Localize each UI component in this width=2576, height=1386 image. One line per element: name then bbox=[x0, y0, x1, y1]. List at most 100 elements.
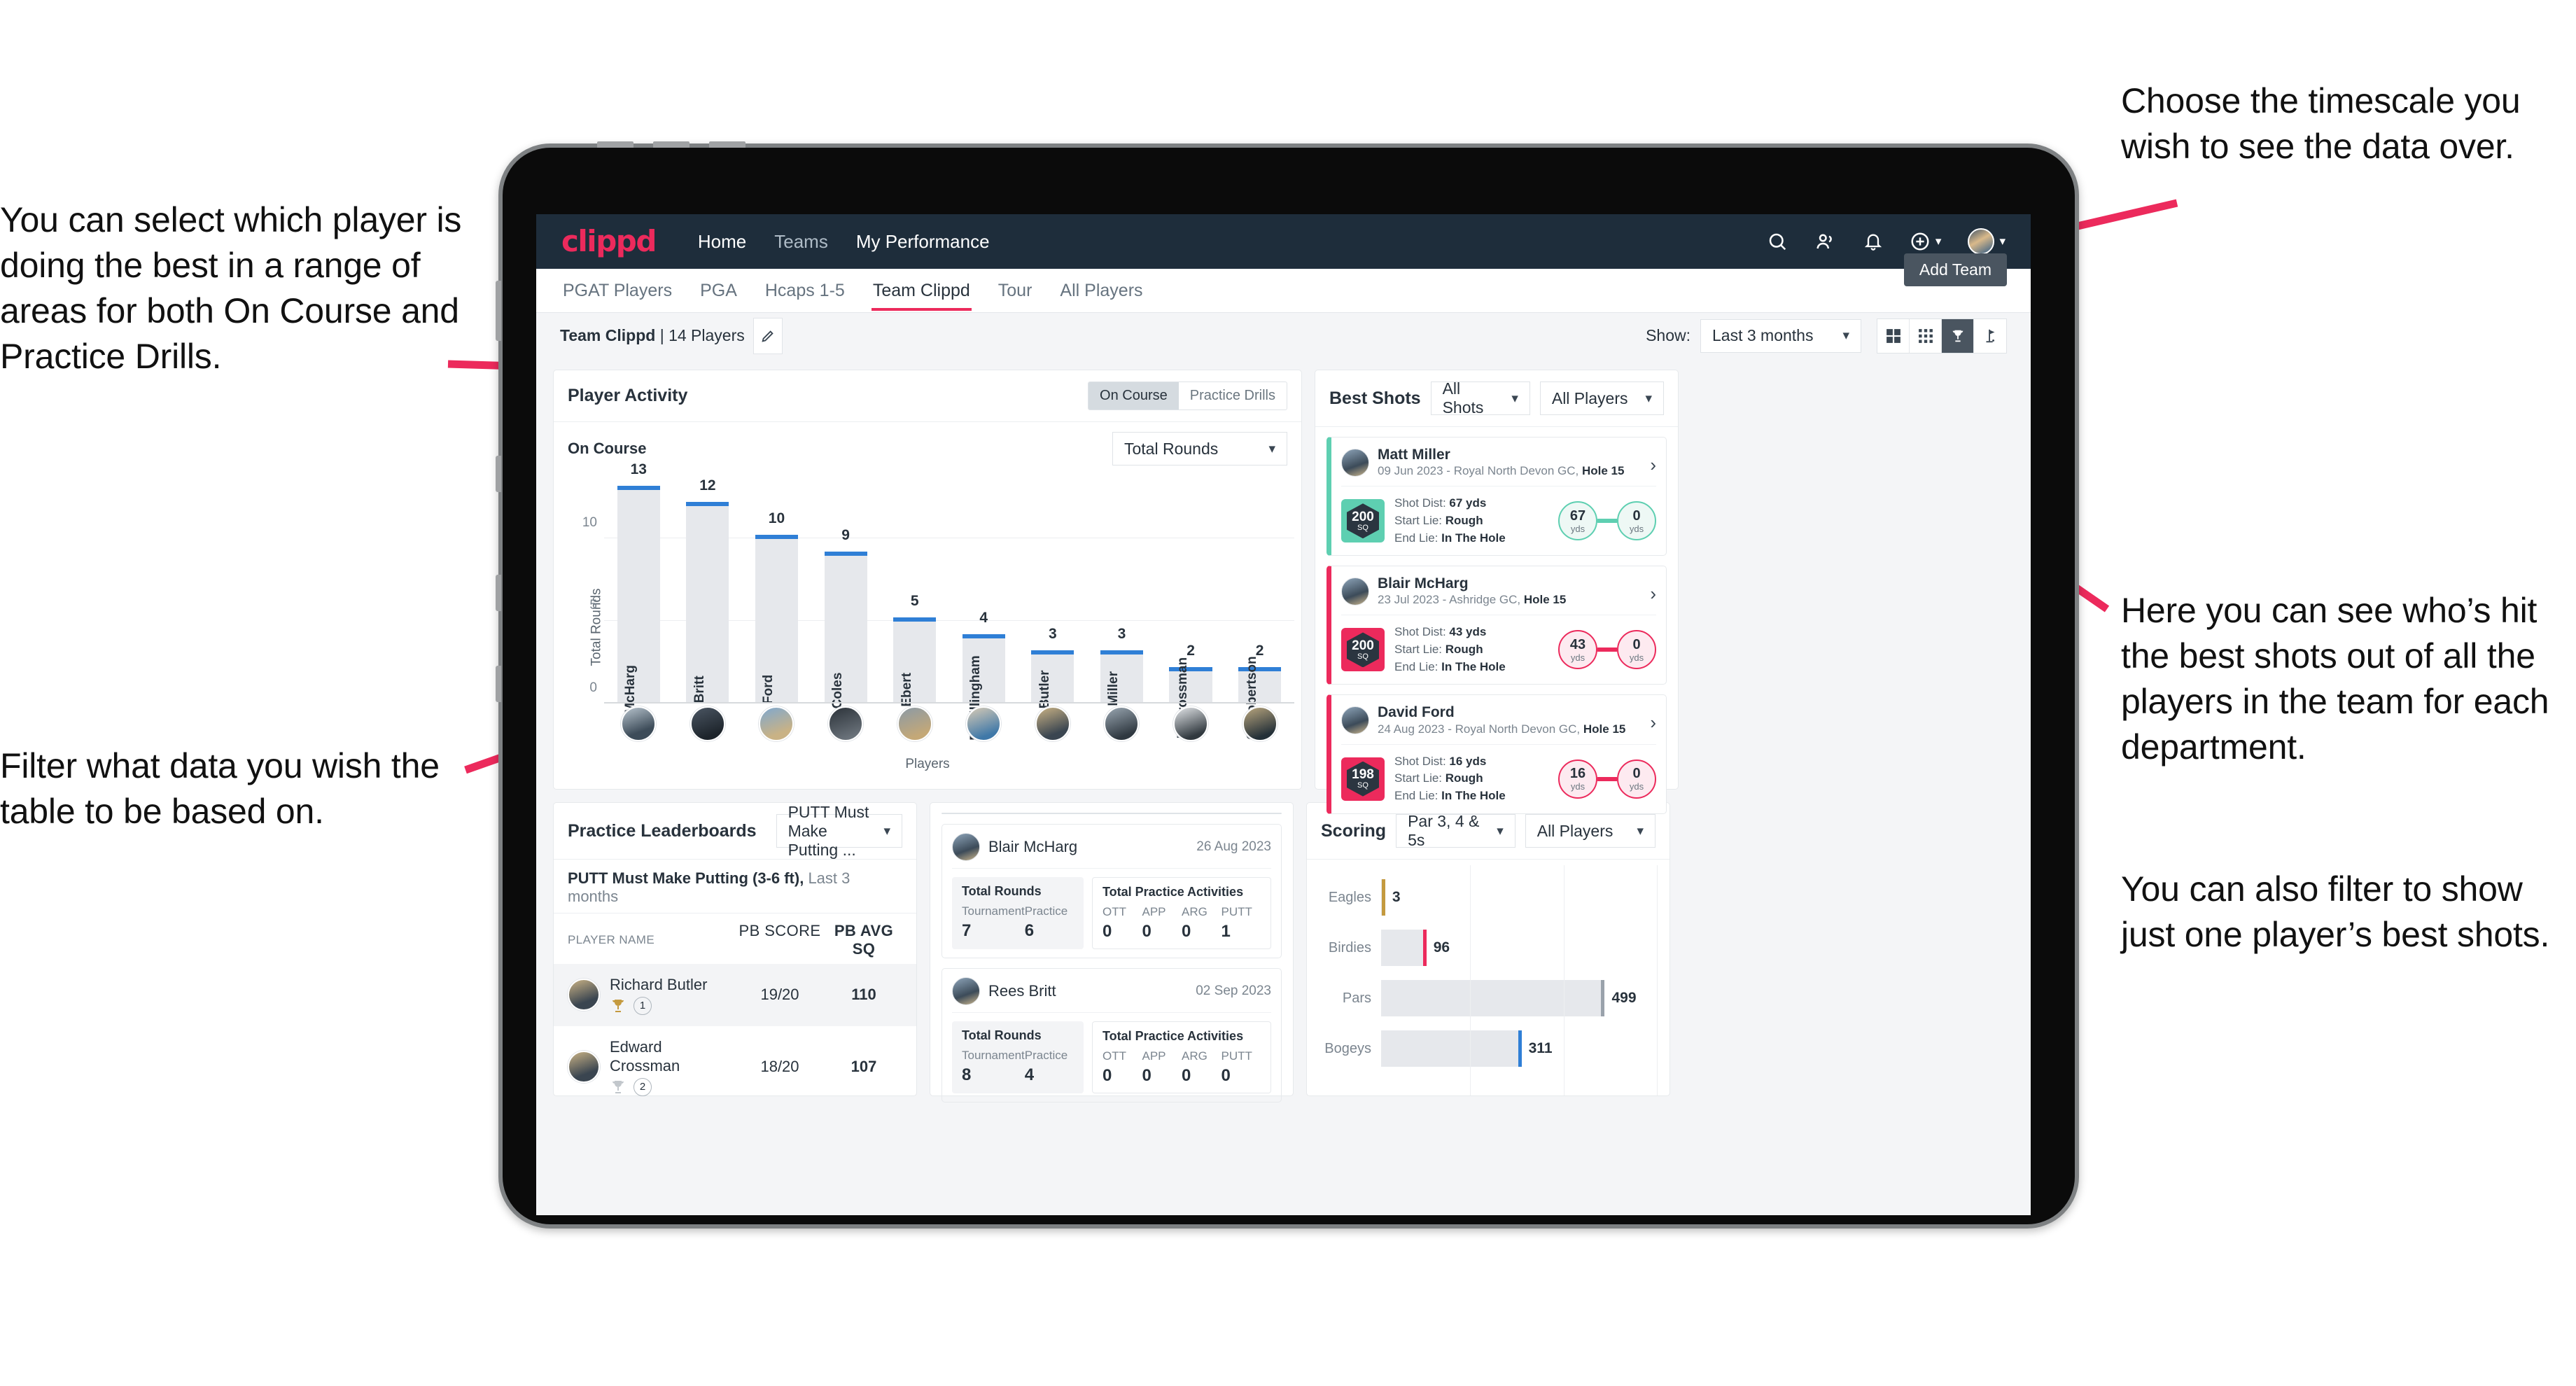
best-shot-card[interactable]: Blair McHarg 23 Jul 2023 - Ashridge GC, H… bbox=[1326, 566, 1667, 685]
chart-bar-slot[interactable]: 10 D. Ford bbox=[742, 472, 811, 721]
toggle-practice-drills[interactable]: Practice Drills bbox=[1179, 382, 1287, 410]
chevron-down-icon[interactable]: ▾ bbox=[1935, 234, 1942, 248]
chart-avatar-slot[interactable] bbox=[1018, 706, 1088, 746]
chart-avatar-slot[interactable] bbox=[1087, 706, 1156, 746]
avatar[interactable]: ▾ bbox=[1968, 228, 2005, 255]
chart-bar-slot[interactable]: 3 M. Miller bbox=[1087, 472, 1156, 724]
best-shots-shot-filter[interactable]: All Shots ▾ bbox=[1430, 379, 1530, 416]
timescale-select[interactable]: Last 3 months ▾ bbox=[1700, 318, 1861, 353]
end-distance-value: 0 bbox=[1632, 766, 1641, 782]
chart-avatar-slot[interactable] bbox=[742, 706, 811, 746]
trophy-icon[interactable] bbox=[1942, 318, 1974, 353]
chart-avatar-slot[interactable] bbox=[604, 706, 673, 746]
tab-least-active[interactable]: Least Active bbox=[1112, 813, 1281, 814]
nav-link-teams[interactable]: Teams bbox=[774, 231, 828, 253]
scoring-row[interactable]: Eagles 3 bbox=[1321, 872, 1656, 923]
chart-bar-slot[interactable]: 9 J. Coles bbox=[811, 472, 881, 723]
nav-link-home[interactable]: Home bbox=[698, 231, 746, 253]
chart-bar-slot[interactable]: 13 B. McHarg bbox=[604, 461, 673, 731]
chart-bar[interactable]: 13 B. McHarg bbox=[617, 461, 660, 731]
start-lie-value: Rough bbox=[1445, 643, 1483, 657]
end-distance-unit: yds bbox=[1629, 781, 1644, 792]
grid-3x3-icon[interactable] bbox=[1910, 318, 1942, 353]
nav-link-my-performance[interactable]: My Performance bbox=[856, 231, 990, 253]
chart-avatar-slot[interactable] bbox=[811, 706, 881, 746]
practice-drill-select[interactable]: PUTT Must Make Putting ... ▾ bbox=[776, 803, 902, 859]
chart-bar[interactable]: 10 D. Ford bbox=[755, 510, 799, 721]
chart-bar-value: 4 bbox=[979, 609, 988, 626]
chart-bar-slot[interactable]: 2 C. Robertson bbox=[1225, 472, 1294, 740]
tab-all-players[interactable]: All Players bbox=[1058, 271, 1144, 311]
chart-bar-slot[interactable]: 4 D. Billingham bbox=[949, 472, 1018, 741]
scoring-row[interactable]: Birdies 96 bbox=[1321, 923, 1656, 973]
chart-bar-slot[interactable]: 5 E. Ebert bbox=[880, 472, 949, 723]
tab-pgat-players[interactable]: PGAT Players bbox=[561, 271, 673, 311]
chart-bar-slot[interactable]: 3 R. Butler bbox=[1018, 472, 1088, 726]
tab-tour[interactable]: Tour bbox=[997, 271, 1034, 311]
tab-most-active[interactable]: Most Active bbox=[942, 813, 1112, 814]
avatar[interactable] bbox=[828, 706, 864, 741]
avatar[interactable] bbox=[690, 706, 725, 741]
flag-icon[interactable] bbox=[1974, 319, 2006, 353]
practice-value: 0 bbox=[1182, 922, 1191, 941]
avatar[interactable] bbox=[1104, 706, 1140, 741]
best-shot-card[interactable]: David Ford 24 Aug 2023 - Royal North Devo… bbox=[1326, 694, 1667, 814]
avatar[interactable] bbox=[966, 706, 1002, 741]
people-icon[interactable] bbox=[1814, 231, 1837, 252]
activity-player-card[interactable]: Blair McHarg 26 Aug 2023 Total Rounds Tourn… bbox=[941, 824, 1282, 958]
best-shot-card[interactable]: Matt Miller 09 Jun 2023 - Royal North Dev… bbox=[1326, 437, 1667, 556]
activity-metric-select[interactable]: Total Rounds ▾ bbox=[1112, 432, 1287, 465]
chevron-down-icon[interactable]: ▾ bbox=[1999, 234, 2005, 248]
search-icon[interactable] bbox=[1767, 231, 1788, 252]
chart-bar[interactable]: 4 D. Billingham bbox=[962, 610, 1005, 741]
avatar[interactable] bbox=[1035, 706, 1070, 741]
chart-bar[interactable]: 2 C. Robertson bbox=[1238, 643, 1282, 740]
avatar[interactable] bbox=[1173, 706, 1209, 741]
tab-hcaps-1-5[interactable]: Hcaps 1-5 bbox=[764, 271, 846, 311]
avatar[interactable] bbox=[1242, 706, 1278, 741]
table-row[interactable]: Richard Butler 1 19/20 110 bbox=[554, 964, 916, 1026]
chart-bar-slot[interactable]: 12 R. Britt bbox=[673, 472, 743, 720]
plus-circle-icon[interactable]: ▾ bbox=[1910, 231, 1942, 252]
chart-bar[interactable]: 9 J. Coles bbox=[824, 527, 867, 723]
chart-bar-value: 3 bbox=[1117, 626, 1126, 643]
scoring-par-filter[interactable]: Par 3, 4 & 5s ▾ bbox=[1396, 812, 1516, 849]
chart-avatar-slot[interactable] bbox=[673, 706, 743, 746]
chevron-right-icon[interactable]: › bbox=[1650, 583, 1656, 605]
scoring-row[interactable]: Bogeys 311 bbox=[1321, 1023, 1656, 1074]
best-shots-list: Matt Miller 09 Jun 2023 - Royal North Dev… bbox=[1315, 427, 1678, 824]
best-shots-player-filter[interactable]: All Players ▾ bbox=[1539, 382, 1664, 415]
chart-avatar-slot[interactable] bbox=[949, 706, 1018, 746]
avatar[interactable] bbox=[759, 706, 794, 741]
grid-2x2-icon[interactable] bbox=[1877, 318, 1910, 353]
tab-team-clippd[interactable]: Team Clippd bbox=[871, 271, 972, 311]
chart-bar[interactable]: 12 R. Britt bbox=[686, 477, 729, 720]
activity-player-card[interactable]: Rees Britt 02 Sep 2023 Total Rounds Tournam… bbox=[941, 968, 1282, 1102]
tab-pga[interactable]: PGA bbox=[699, 271, 738, 311]
chart-avatar-slot[interactable] bbox=[1225, 706, 1294, 746]
chart-bar-cap bbox=[893, 617, 937, 622]
scoring-row[interactable]: Pars 499 bbox=[1321, 973, 1656, 1023]
chart-bar-slot[interactable]: 2 E. Crossman bbox=[1156, 472, 1226, 738]
end-lie-value: In The Hole bbox=[1441, 531, 1506, 545]
toggle-on-course[interactable]: On Course bbox=[1088, 382, 1179, 410]
chart-bar[interactable]: 2 E. Crossman bbox=[1169, 643, 1212, 738]
chevron-right-icon[interactable]: › bbox=[1650, 712, 1656, 734]
avatar[interactable] bbox=[621, 706, 657, 741]
avatar[interactable] bbox=[897, 706, 932, 741]
scoring-player-filter[interactable]: All Players ▾ bbox=[1525, 814, 1656, 848]
edit-team-button[interactable] bbox=[752, 317, 783, 354]
hexagon-icon: 200 SQ bbox=[1347, 503, 1379, 539]
table-row[interactable]: Edward Crossman 2 18/20 107 bbox=[554, 1026, 916, 1107]
chart-bar[interactable]: 5 E. Ebert bbox=[893, 593, 937, 723]
activity-feed-list: Blair McHarg 26 Aug 2023 Total Rounds Tourn… bbox=[941, 824, 1282, 1112]
chart-bar[interactable]: 3 M. Miller bbox=[1100, 626, 1144, 724]
avatar bbox=[1341, 706, 1369, 735]
chart-bar[interactable]: 3 R. Butler bbox=[1031, 626, 1074, 726]
chart-avatar-slot[interactable] bbox=[1156, 706, 1226, 746]
chart-avatar-slot[interactable] bbox=[880, 706, 949, 746]
annotation-left-bottom: Filter what data you wish the table to b… bbox=[0, 746, 440, 831]
chevron-right-icon[interactable]: › bbox=[1650, 454, 1656, 476]
clippd-logo[interactable]: clippd bbox=[561, 227, 657, 256]
bell-icon[interactable] bbox=[1863, 231, 1883, 252]
